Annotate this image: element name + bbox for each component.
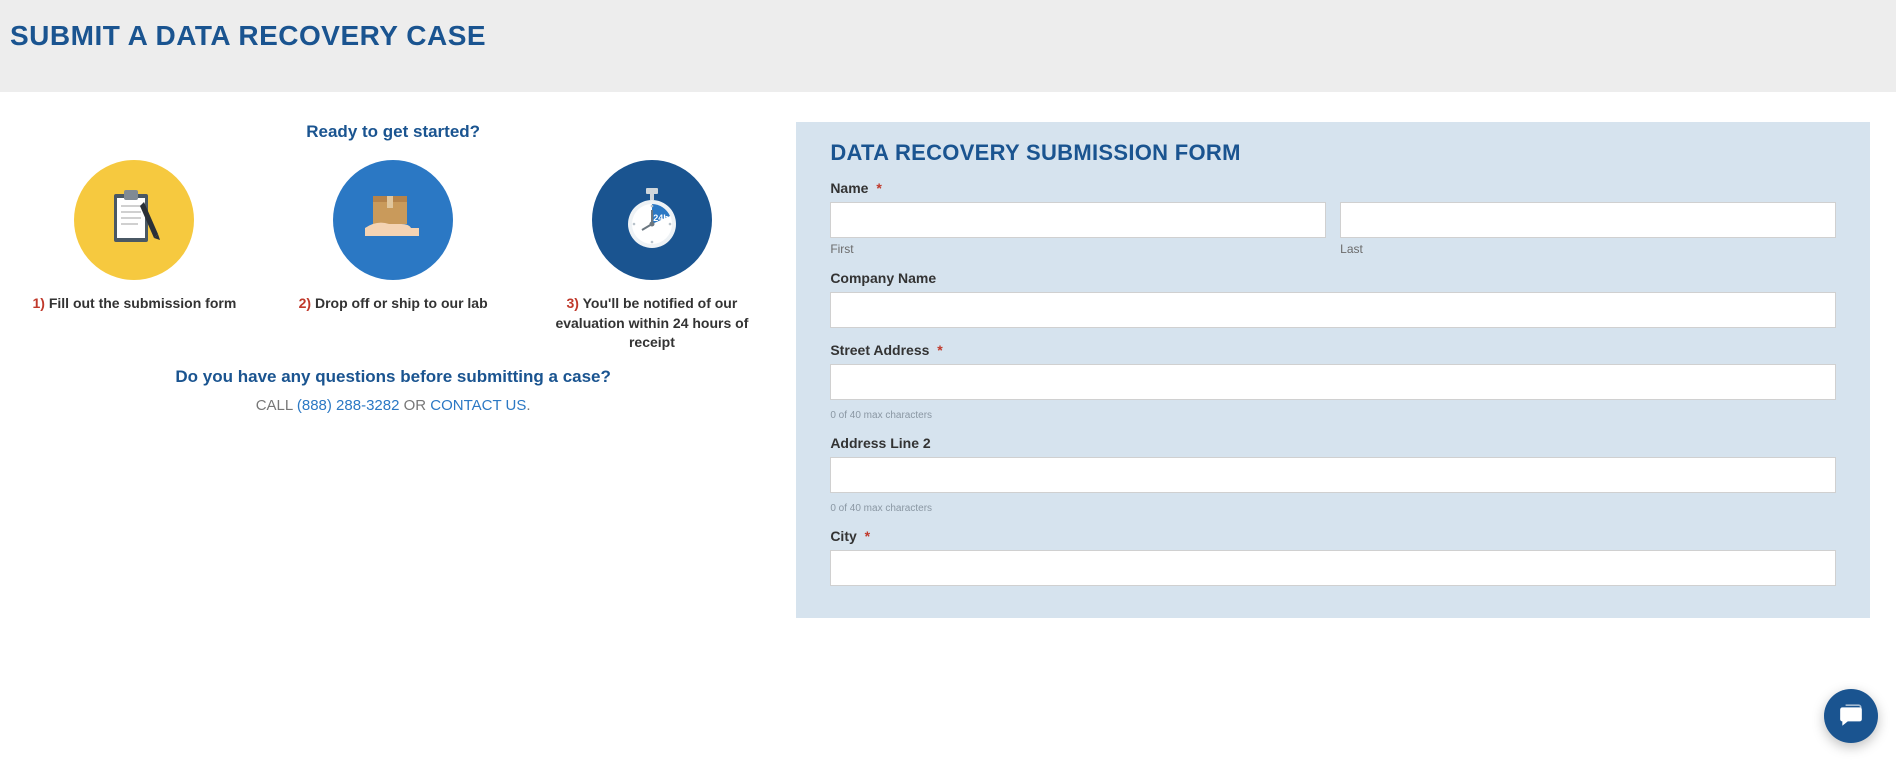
street-label-text: Street Address: [830, 342, 929, 358]
street-required-mark: *: [937, 342, 942, 358]
first-name-input[interactable]: [830, 202, 1326, 238]
call-prefix: CALL: [256, 397, 297, 414]
stopwatch-24h-icon: 24h: [592, 160, 712, 280]
addr2-helper: 0 of 40 max characters: [830, 503, 1836, 514]
company-label: Company Name: [830, 270, 1836, 286]
first-name-sublabel: First: [830, 242, 1326, 256]
step-3: 24h 3) You'll be notified of our evaluat…: [528, 160, 777, 353]
main-wrap: Ready to get started?: [0, 122, 1896, 618]
company-input[interactable]: [830, 292, 1836, 328]
addr2-field-block: Address Line 2 0 of 40 max characters: [830, 435, 1836, 514]
city-label: City *: [830, 528, 1836, 544]
city-field-block: City *: [830, 528, 1836, 586]
city-required-mark: *: [865, 528, 870, 544]
city-input[interactable]: [830, 550, 1836, 586]
form-title: DATA RECOVERY SUBMISSION FORM: [830, 140, 1836, 166]
addr2-input[interactable]: [830, 457, 1836, 493]
street-helper: 0 of 40 max characters: [830, 410, 1836, 421]
step-2-num: 2): [299, 295, 311, 311]
form-panel: DATA RECOVERY SUBMISSION FORM Name * Fir…: [796, 122, 1870, 618]
step-3-text: You'll be notified of our evaluation wit…: [555, 295, 748, 350]
last-name-sublabel: Last: [1340, 242, 1836, 256]
chat-button[interactable]: [1824, 689, 1878, 743]
step-1-caption: 1) Fill out the submission form: [10, 294, 259, 314]
step-3-caption: 3) You'll be notified of our evaluation …: [528, 294, 777, 353]
addr2-label: Address Line 2: [830, 435, 1836, 451]
contact-us-link[interactable]: CONTACT US: [430, 397, 526, 414]
svg-text:24h: 24h: [653, 213, 669, 223]
call-line: CALL (888) 288-3282 OR CONTACT US.: [10, 397, 776, 414]
step-3-num: 3): [567, 295, 579, 311]
chat-icon: [1838, 703, 1864, 729]
phone-link[interactable]: (888) 288-3282: [297, 397, 400, 414]
street-input[interactable]: [830, 364, 1836, 400]
page-title: SUBMIT A DATA RECOVERY CASE: [10, 20, 1886, 52]
name-label-text: Name: [830, 180, 868, 196]
last-name-input[interactable]: [1340, 202, 1836, 238]
call-sep: OR: [399, 397, 430, 414]
step-2: 2) Drop off or ship to our lab: [269, 160, 518, 353]
city-label-text: City: [830, 528, 856, 544]
ready-heading: Ready to get started?: [10, 122, 776, 142]
questions-heading: Do you have any questions before submitt…: [10, 367, 776, 387]
clipboard-icon: [74, 160, 194, 280]
name-required-mark: *: [876, 180, 881, 196]
page-header: SUBMIT A DATA RECOVERY CASE: [0, 0, 1896, 92]
name-label: Name *: [830, 180, 1836, 196]
left-column: Ready to get started?: [0, 122, 796, 618]
steps-row: 1) Fill out the submission form 2) Dro: [10, 160, 776, 353]
street-field-block: Street Address * 0 of 40 max characters: [830, 342, 1836, 421]
name-field-block: Name * First Last: [830, 180, 1836, 256]
company-field-block: Company Name: [830, 270, 1836, 328]
street-label: Street Address *: [830, 342, 1836, 358]
call-suffix: .: [526, 397, 530, 414]
box-hand-icon: [333, 160, 453, 280]
step-1: 1) Fill out the submission form: [10, 160, 259, 353]
step-2-caption: 2) Drop off or ship to our lab: [269, 294, 518, 314]
step-1-text: Fill out the submission form: [49, 295, 236, 311]
step-2-text: Drop off or ship to our lab: [315, 295, 488, 311]
step-1-num: 1): [32, 295, 44, 311]
